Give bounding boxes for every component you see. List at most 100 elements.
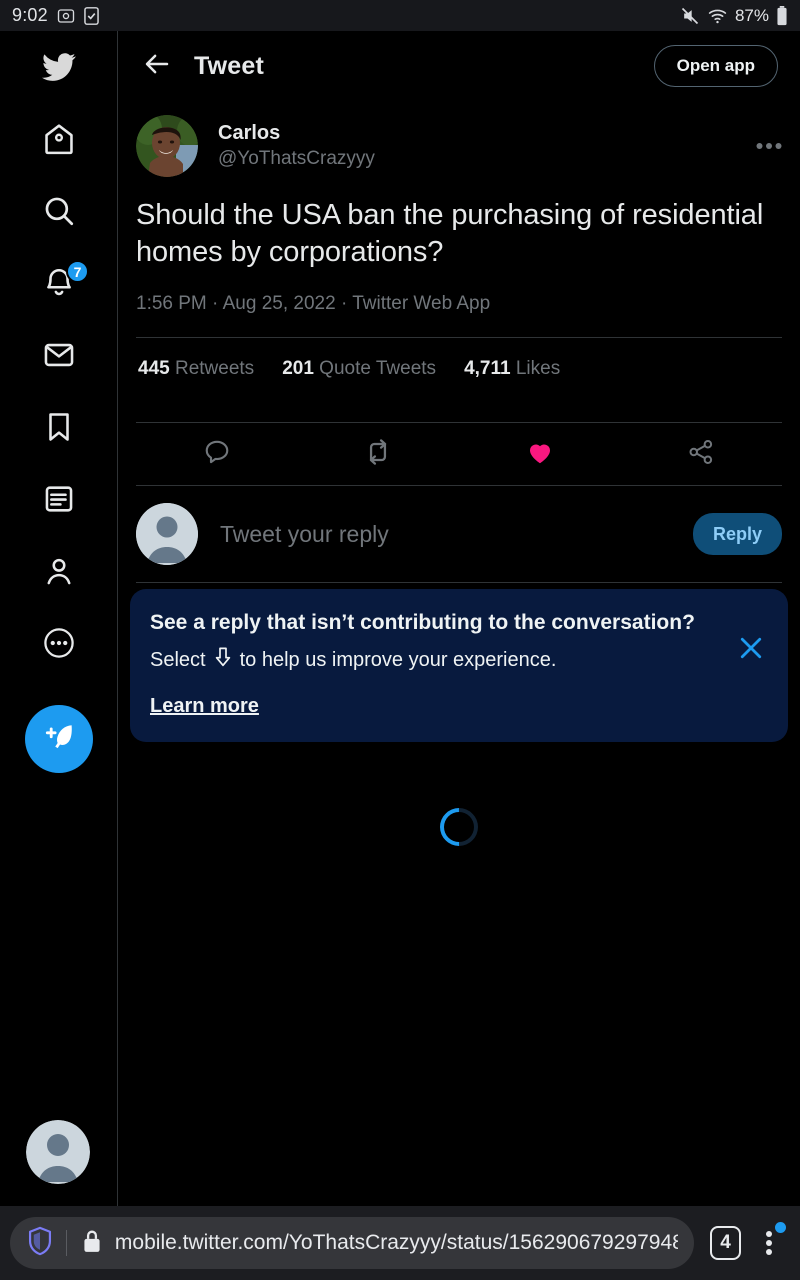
sidebar-item-profile[interactable]: [0, 535, 118, 607]
bookmark-icon: [42, 410, 76, 444]
person-icon: [42, 554, 76, 588]
battery-percent: 87%: [734, 5, 769, 25]
feedback-banner: See a reply that isn’t contributing to t…: [130, 589, 788, 743]
reply-action-button[interactable]: [136, 437, 298, 472]
share-icon: [686, 437, 716, 472]
retweet-action-button[interactable]: [298, 436, 460, 473]
task-complete-icon: [84, 6, 99, 25]
author-names: Carlos @YoThatsCrazyyy: [218, 122, 375, 171]
author-display-name: Carlos: [218, 121, 281, 144]
status-bar: 9:02 87%: [0, 0, 800, 31]
main-content: Tweet Open app Carlos @YoThatsCrazyyy Sh…: [118, 31, 800, 1230]
retweet-icon: [362, 436, 394, 473]
comment-icon: [202, 437, 232, 472]
meta-dot-1: ·: [212, 293, 219, 315]
twitter-logo-button[interactable]: [0, 31, 118, 103]
brave-shield-icon[interactable]: [26, 1226, 54, 1261]
like-action-button[interactable]: [459, 437, 621, 472]
browser-menu-button[interactable]: [747, 1218, 790, 1268]
tweet-time: 1:56 PM: [136, 293, 207, 315]
twitter-app: 7 Tweet Open app Carlos @YoThatsCrazyyy …: [0, 31, 800, 1230]
status-bar-right: 87%: [680, 5, 788, 26]
menu-notification-dot: [775, 1222, 786, 1233]
banner-close-button[interactable]: [736, 633, 766, 668]
meta-dot-2: ·: [340, 293, 348, 315]
sidebar-item-more[interactable]: [0, 607, 118, 679]
tweet-actions: [136, 423, 782, 485]
status-bar-clock: 9:02: [12, 5, 48, 25]
banner-learn-more-link[interactable]: Learn more: [150, 695, 259, 718]
back-button[interactable]: [136, 45, 178, 87]
screen: 9:02 87% 7 Tweet Open app Carlos @YoThat…: [0, 0, 800, 1280]
sidebar-item-bookmarks[interactable]: [0, 391, 118, 463]
banner-subtitle-before: Select: [150, 648, 206, 671]
tweet-detail: Carlos @YoThatsCrazyyy Should the USA ba…: [118, 101, 800, 584]
share-action-button[interactable]: [621, 437, 783, 472]
more-horizontal-icon: [756, 137, 782, 155]
more-vertical-icon: [765, 1228, 772, 1258]
more-circle-icon: [42, 626, 76, 660]
heart-filled-icon: [525, 437, 555, 472]
stat-likes-count: 4,711: [464, 358, 511, 380]
author-handle: @YoThatsCrazyyy: [218, 148, 375, 170]
divider-below-reply: [136, 582, 782, 584]
url-text: mobile.twitter.com/YoThatsCrazyyy/status…: [114, 1231, 678, 1254]
sidebar-item-lists[interactable]: [0, 463, 118, 535]
tweet-date: Aug 25, 2022: [222, 293, 336, 315]
browser-bottom-bar: mobile.twitter.com/YoThatsCrazyyy/status…: [0, 1206, 800, 1280]
thumbs-down-arrow-icon: [212, 645, 234, 675]
banner-subtitle: Select to help us improve your experienc…: [150, 645, 764, 675]
url-bar[interactable]: mobile.twitter.com/YoThatsCrazyyy/status…: [10, 1217, 694, 1269]
compose-quill-icon: [41, 719, 77, 760]
mute-icon: [680, 6, 700, 26]
tweet-more-button[interactable]: [756, 137, 782, 155]
home-icon: [42, 122, 76, 156]
lock-icon: [81, 1228, 103, 1259]
sidebar-item-home[interactable]: [0, 103, 118, 175]
stat-retweets-count: 445: [138, 358, 170, 380]
stat-likes[interactable]: 4,711 Likes: [464, 358, 560, 380]
twitter-bird-logo: [42, 50, 76, 84]
mail-icon: [42, 338, 76, 372]
banner-title: See a reply that isn’t contributing to t…: [150, 611, 695, 635]
sidebar-item-notifications[interactable]: 7: [0, 247, 118, 319]
back-arrow-icon: [142, 49, 172, 84]
reply-avatar: [136, 503, 198, 566]
sidebar-item-messages[interactable]: [0, 319, 118, 391]
sidebar-item-explore[interactable]: [0, 175, 118, 247]
banner-subtitle-after: to help us improve your experience.: [239, 648, 557, 671]
tweet-source: Twitter Web App: [352, 293, 491, 315]
close-icon: [736, 638, 766, 667]
loading-spinner: [432, 800, 486, 855]
reply-submit-button[interactable]: Reply: [692, 513, 782, 556]
stat-retweets-label: Retweets: [174, 358, 255, 380]
url-divider: [66, 1230, 67, 1256]
sidebar-nav: 7: [0, 31, 118, 1230]
sidebar-account-avatar[interactable]: [26, 1120, 90, 1184]
reply-composer-row: Tweet your reply Reply: [136, 486, 782, 582]
wifi-icon: [707, 6, 728, 26]
stat-quote-tweets-count: 201: [282, 358, 314, 380]
tweet-timestamp: 1:56 PM · Aug 25, 2022 · Twitter Web App: [136, 293, 782, 315]
avatar[interactable]: [136, 115, 198, 177]
compose-tweet-button[interactable]: [25, 705, 93, 773]
page-title: Tweet: [194, 51, 264, 80]
replies-loading-area: [118, 742, 800, 1102]
screenshot-icon: [57, 7, 75, 25]
search-icon: [42, 194, 76, 228]
reply-input[interactable]: Tweet your reply: [220, 521, 389, 548]
top-app-bar: Tweet Open app: [118, 31, 800, 101]
open-app-button[interactable]: Open app: [653, 45, 778, 87]
stat-quote-tweets-label: Quote Tweets: [319, 358, 437, 380]
tab-count-button[interactable]: 4: [709, 1226, 742, 1260]
tweet-author-row: Carlos @YoThatsCrazyyy: [136, 101, 782, 177]
list-icon: [42, 482, 76, 516]
tweet-text: Should the USA ban the purchasing of res…: [136, 199, 764, 269]
stat-likes-label: Likes: [515, 358, 561, 380]
tweet-stats: 445 Retweets 201 Quote Tweets 4,711 Like…: [136, 338, 782, 400]
status-bar-left: 9:02: [12, 5, 99, 26]
stat-retweets[interactable]: 445 Retweets: [138, 358, 254, 380]
battery-icon: [776, 5, 788, 26]
stat-quote-tweets[interactable]: 201 Quote Tweets: [282, 358, 436, 380]
notifications-badge: 7: [66, 260, 89, 283]
